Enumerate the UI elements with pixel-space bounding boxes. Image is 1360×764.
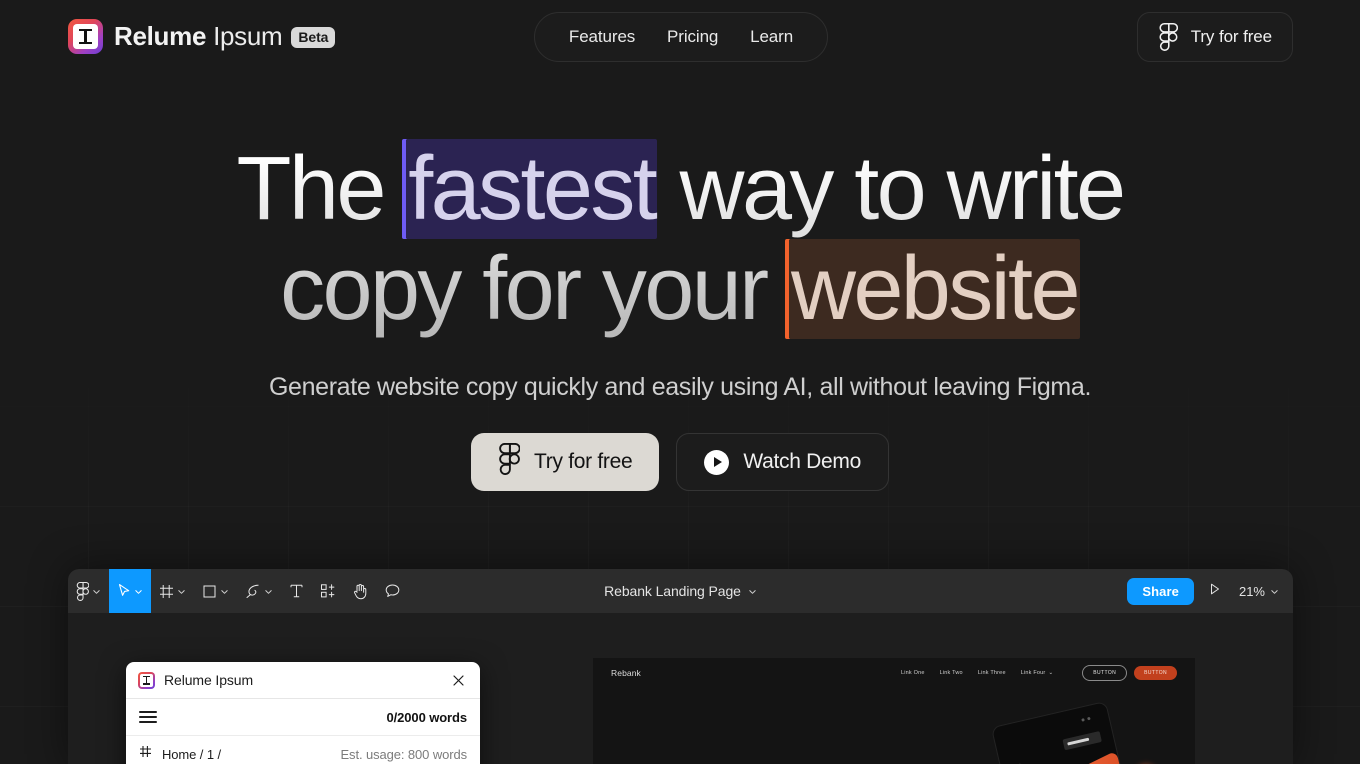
- hand-icon: [352, 583, 368, 600]
- figma-comment-tool[interactable]: [376, 569, 409, 613]
- figma-menu-button[interactable]: [68, 569, 109, 613]
- relume-ipsum-plugin-panel: Relume Ipsum 0/2000 words Home / 1 / Est…: [126, 662, 480, 764]
- headline-part-3: copy for your: [280, 238, 789, 339]
- plugin-word-count: 0/2000 words: [386, 709, 468, 725]
- figma-share-button[interactable]: Share: [1127, 577, 1194, 605]
- figma-hand-tool[interactable]: [344, 569, 376, 613]
- brand-name-light: Ipsum: [213, 21, 283, 51]
- brand-name: Relume Ipsum Beta: [114, 21, 336, 52]
- nav-item-features[interactable]: Features: [569, 27, 635, 47]
- mockup-phone-card: Cards: [990, 700, 1126, 764]
- figma-icon: [1158, 23, 1178, 51]
- mockup-nav-buttons: BUTTON BUTTON: [1082, 665, 1177, 681]
- plugin-header: Relume Ipsum: [126, 662, 480, 699]
- figma-toolbar-tools: [68, 569, 409, 613]
- page-title: The fastest way to write copy for your we…: [0, 139, 1360, 340]
- plugin-path-row: Home / 1 / Est. usage: 800 words: [126, 736, 480, 764]
- mockup-button-outline: BUTTON: [1082, 665, 1128, 681]
- mockup-phone-chip: [1062, 731, 1102, 751]
- figma-document-name: Rebank Landing Page: [604, 583, 741, 599]
- hash-frame-icon: [139, 745, 152, 763]
- plugin-frame-path: Home / 1 /: [162, 746, 221, 762]
- mockup-button-filled: BUTTON: [1134, 666, 1177, 680]
- beta-badge: Beta: [291, 27, 336, 48]
- figma-text-tool[interactable]: [281, 569, 312, 613]
- chevron-down-icon: [177, 587, 186, 596]
- figma-zoom-level: 21%: [1238, 583, 1265, 599]
- plugin-estimated-usage: Est. usage: 800 words: [340, 746, 467, 762]
- brand-name-bold: Relume: [114, 21, 207, 51]
- components-plus-icon: [320, 583, 336, 599]
- rebank-landing-page-frame[interactable]: Rebank Link One Link Two Link Three Link…: [593, 658, 1195, 764]
- hero-subtitle: Generate website copy quickly and easily…: [268, 373, 1092, 401]
- figma-frame-tool[interactable]: [151, 569, 194, 613]
- nav-item-pricing[interactable]: Pricing: [667, 27, 718, 47]
- chevron-down-icon: [220, 587, 229, 596]
- chevron-down-icon: [264, 587, 273, 596]
- relume-ipsum-logo-icon: [138, 671, 155, 689]
- play-triangle-icon: [1208, 582, 1221, 601]
- mockup-phone-dots: [1081, 716, 1095, 722]
- plugin-wordcount-row: 0/2000 words: [126, 699, 480, 736]
- hero-try-for-free-button[interactable]: Try for free: [471, 433, 660, 491]
- figma-shape-tool[interactable]: [194, 569, 237, 613]
- brand-logo-group[interactable]: Relume Ipsum Beta: [68, 19, 336, 54]
- hero-primary-cta-label: Try for free: [534, 450, 633, 473]
- relume-ipsum-logo-icon: [68, 19, 103, 54]
- headline-part-1: The: [236, 139, 407, 239]
- cursor-arrow-icon: [117, 583, 131, 599]
- text-t-icon: [289, 583, 304, 599]
- chevron-down-icon: [92, 587, 101, 596]
- mockup-orange-card: [1032, 751, 1126, 764]
- figma-pen-tool[interactable]: [237, 569, 281, 613]
- figma-document-name-button[interactable]: Rebank Landing Page: [604, 583, 757, 599]
- figma-present-button[interactable]: [1202, 578, 1227, 605]
- mockup-link-three: Link Three: [977, 670, 1006, 676]
- hero-section: The fastest way to write copy for your we…: [0, 139, 1360, 340]
- figma-move-tool[interactable]: [109, 569, 151, 613]
- mockup-navbar: Rebank Link One Link Two Link Three Link…: [593, 658, 1195, 688]
- header-try-for-free-button[interactable]: Try for free: [1136, 12, 1293, 62]
- page-root: Relume Ipsum Beta Features Pricing Learn …: [0, 0, 1360, 764]
- chevron-down-icon: [748, 583, 757, 599]
- plugin-title: Relume Ipsum: [164, 672, 254, 688]
- chevron-down-icon: [1270, 584, 1279, 599]
- figma-zoom-control[interactable]: 21%: [1235, 580, 1283, 603]
- figma-icon: [76, 581, 89, 601]
- comment-bubble-icon: [384, 583, 401, 599]
- nav-item-learn[interactable]: Learn: [750, 27, 793, 47]
- headline-highlight-website: website: [788, 238, 1081, 339]
- play-circle-icon: [704, 449, 730, 475]
- figma-app-window: Rebank Landing Page Share 21% Rebank Lin…: [68, 569, 1293, 764]
- hamburger-menu-icon[interactable]: [139, 711, 157, 723]
- figma-icon: [498, 442, 521, 481]
- close-x-icon[interactable]: [449, 671, 468, 690]
- mockup-nav-links: Link One Link Two Link Three Link Four ⌄ …: [901, 665, 1177, 681]
- chevron-down-icon: ⌄: [1048, 670, 1054, 676]
- figma-components-tool[interactable]: [312, 569, 344, 613]
- figma-canvas[interactable]: Rebank Link One Link Two Link Three Link…: [68, 613, 1293, 764]
- pen-icon: [245, 583, 261, 599]
- headline-highlight-fastest: fastest: [406, 139, 658, 239]
- headline-part-2: way to write: [657, 139, 1124, 239]
- mockup-brand: Rebank: [611, 668, 641, 678]
- mockup-link-one: Link One: [900, 670, 925, 676]
- main-nav: Features Pricing Learn: [534, 12, 828, 62]
- frame-icon: [159, 584, 174, 599]
- hero-watch-demo-button[interactable]: Watch Demo: [676, 433, 889, 491]
- mockup-link-two: Link Two: [939, 670, 963, 676]
- hero-cta-row: Try for free Watch Demo: [0, 433, 1360, 491]
- hero-secondary-cta-label: Watch Demo: [743, 450, 861, 473]
- mockup-link-four: Link Four ⌄: [1020, 670, 1054, 676]
- square-icon: [202, 584, 217, 599]
- header-cta-label: Try for free: [1190, 27, 1272, 46]
- chevron-down-icon: [134, 587, 143, 596]
- site-header: Relume Ipsum Beta Features Pricing Learn …: [0, 0, 1360, 75]
- figma-toolbar-right: Share 21%: [1127, 569, 1283, 613]
- figma-toolbar: Rebank Landing Page Share 21%: [68, 569, 1293, 613]
